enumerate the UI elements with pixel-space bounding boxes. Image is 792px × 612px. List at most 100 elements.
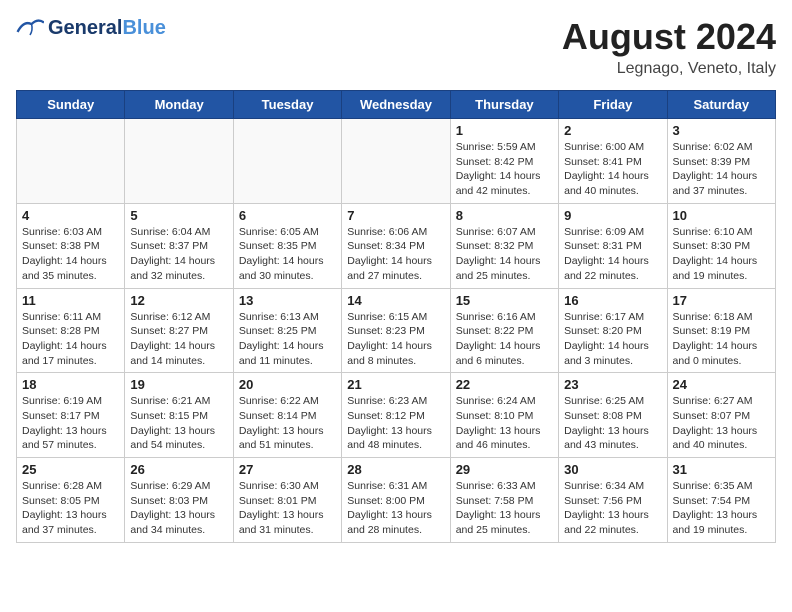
day-number: 2 bbox=[564, 123, 661, 138]
day-cell: 4 Sunrise: 6:03 AM Sunset: 8:38 PM Daylig… bbox=[17, 203, 125, 288]
week-row-2: 4 Sunrise: 6:03 AM Sunset: 8:38 PM Daylig… bbox=[17, 203, 776, 288]
day-cell: 6 Sunrise: 6:05 AM Sunset: 8:35 PM Daylig… bbox=[233, 203, 341, 288]
day-cell bbox=[17, 119, 125, 204]
week-row-5: 25 Sunrise: 6:28 AM Sunset: 8:05 PM Dayli… bbox=[17, 458, 776, 543]
day-cell: 18 Sunrise: 6:19 AM Sunset: 8:17 PM Dayli… bbox=[17, 373, 125, 458]
logo-icon bbox=[16, 16, 44, 40]
day-info: Sunrise: 6:05 AM Sunset: 8:35 PM Dayligh… bbox=[239, 225, 336, 284]
day-info: Sunrise: 6:29 AM Sunset: 8:03 PM Dayligh… bbox=[130, 479, 227, 538]
day-info: Sunrise: 6:33 AM Sunset: 7:58 PM Dayligh… bbox=[456, 479, 553, 538]
day-cell: 28 Sunrise: 6:31 AM Sunset: 8:00 PM Dayli… bbox=[342, 458, 450, 543]
day-info: Sunrise: 6:24 AM Sunset: 8:10 PM Dayligh… bbox=[456, 394, 553, 453]
day-cell: 9 Sunrise: 6:09 AM Sunset: 8:31 PM Daylig… bbox=[559, 203, 667, 288]
day-info: Sunrise: 6:18 AM Sunset: 8:19 PM Dayligh… bbox=[673, 310, 770, 369]
day-header-friday: Friday bbox=[559, 91, 667, 119]
day-info: Sunrise: 6:11 AM Sunset: 8:28 PM Dayligh… bbox=[22, 310, 119, 369]
day-header-thursday: Thursday bbox=[450, 91, 558, 119]
day-number: 20 bbox=[239, 377, 336, 392]
day-number: 10 bbox=[673, 208, 770, 223]
day-cell bbox=[342, 119, 450, 204]
day-info: Sunrise: 6:00 AM Sunset: 8:41 PM Dayligh… bbox=[564, 140, 661, 199]
day-cell: 5Sunrise: 6:04 AM Sunset: 8:37 PM Daylig… bbox=[125, 203, 233, 288]
day-info: Sunrise: 6:25 AM Sunset: 8:08 PM Dayligh… bbox=[564, 394, 661, 453]
day-number: 13 bbox=[239, 293, 336, 308]
day-number: 18 bbox=[22, 377, 119, 392]
day-number: 14 bbox=[347, 293, 444, 308]
day-cell: 22Sunrise: 6:24 AM Sunset: 8:10 PM Dayli… bbox=[450, 373, 558, 458]
day-cell: 15Sunrise: 6:16 AM Sunset: 8:22 PM Dayli… bbox=[450, 288, 558, 373]
day-number: 30 bbox=[564, 462, 661, 477]
calendar-subtitle: Legnago, Veneto, Italy bbox=[562, 60, 776, 78]
week-row-4: 18 Sunrise: 6:19 AM Sunset: 8:17 PM Dayli… bbox=[17, 373, 776, 458]
day-number: 6 bbox=[239, 208, 336, 223]
day-info: Sunrise: 6:17 AM Sunset: 8:20 PM Dayligh… bbox=[564, 310, 661, 369]
day-cell: 24 Sunrise: 6:27 AM Sunset: 8:07 PM Dayli… bbox=[667, 373, 775, 458]
day-info: Sunrise: 6:22 AM Sunset: 8:14 PM Dayligh… bbox=[239, 394, 336, 453]
day-cell bbox=[233, 119, 341, 204]
day-info: Sunrise: 6:28 AM Sunset: 8:05 PM Dayligh… bbox=[22, 479, 119, 538]
day-cell: 23 Sunrise: 6:25 AM Sunset: 8:08 PM Dayli… bbox=[559, 373, 667, 458]
day-number: 21 bbox=[347, 377, 444, 392]
day-info: Sunrise: 6:27 AM Sunset: 8:07 PM Dayligh… bbox=[673, 394, 770, 453]
day-cell: 21 Sunrise: 6:23 AM Sunset: 8:12 PM Dayli… bbox=[342, 373, 450, 458]
day-number: 12 bbox=[130, 293, 227, 308]
logo-text: GeneralBlue bbox=[48, 17, 166, 39]
day-number: 25 bbox=[22, 462, 119, 477]
day-number: 31 bbox=[673, 462, 770, 477]
day-info: Sunrise: 6:10 AM Sunset: 8:30 PM Dayligh… bbox=[673, 225, 770, 284]
day-header-sunday: Sunday bbox=[17, 91, 125, 119]
week-row-3: 11 Sunrise: 6:11 AM Sunset: 8:28 PM Dayli… bbox=[17, 288, 776, 373]
day-cell: 27 Sunrise: 6:30 AM Sunset: 8:01 PM Dayli… bbox=[233, 458, 341, 543]
day-number: 3 bbox=[673, 123, 770, 138]
day-info: Sunrise: 6:30 AM Sunset: 8:01 PM Dayligh… bbox=[239, 479, 336, 538]
day-number: 28 bbox=[347, 462, 444, 477]
day-header-wednesday: Wednesday bbox=[342, 91, 450, 119]
day-cell: 14 Sunrise: 6:15 AM Sunset: 8:23 PM Dayli… bbox=[342, 288, 450, 373]
day-cell: 31Sunrise: 6:35 AM Sunset: 7:54 PM Dayli… bbox=[667, 458, 775, 543]
day-header-tuesday: Tuesday bbox=[233, 91, 341, 119]
header: GeneralBlue August 2024 Legnago, Veneto,… bbox=[16, 16, 776, 78]
day-number: 11 bbox=[22, 293, 119, 308]
logo: GeneralBlue bbox=[16, 16, 166, 40]
day-cell: 30Sunrise: 6:34 AM Sunset: 7:56 PM Dayli… bbox=[559, 458, 667, 543]
day-number: 26 bbox=[130, 462, 227, 477]
week-row-1: 1Sunrise: 5:59 AM Sunset: 8:42 PM Daylig… bbox=[17, 119, 776, 204]
day-info: Sunrise: 6:19 AM Sunset: 8:17 PM Dayligh… bbox=[22, 394, 119, 453]
day-cell: 19 Sunrise: 6:21 AM Sunset: 8:15 PM Dayli… bbox=[125, 373, 233, 458]
day-cell: 16 Sunrise: 6:17 AM Sunset: 8:20 PM Dayli… bbox=[559, 288, 667, 373]
day-number: 19 bbox=[130, 377, 227, 392]
day-number: 24 bbox=[673, 377, 770, 392]
day-info: Sunrise: 6:07 AM Sunset: 8:32 PM Dayligh… bbox=[456, 225, 553, 284]
day-number: 15 bbox=[456, 293, 553, 308]
day-number: 4 bbox=[22, 208, 119, 223]
day-number: 17 bbox=[673, 293, 770, 308]
day-info: Sunrise: 6:31 AM Sunset: 8:00 PM Dayligh… bbox=[347, 479, 444, 538]
day-info: Sunrise: 6:15 AM Sunset: 8:23 PM Dayligh… bbox=[347, 310, 444, 369]
days-header-row: SundayMondayTuesdayWednesdayThursdayFrid… bbox=[17, 91, 776, 119]
day-cell: 10 Sunrise: 6:10 AM Sunset: 8:30 PM Dayli… bbox=[667, 203, 775, 288]
day-number: 5 bbox=[130, 208, 227, 223]
day-header-saturday: Saturday bbox=[667, 91, 775, 119]
day-number: 9 bbox=[564, 208, 661, 223]
day-cell: 20 Sunrise: 6:22 AM Sunset: 8:14 PM Dayli… bbox=[233, 373, 341, 458]
day-info: Sunrise: 6:02 AM Sunset: 8:39 PM Dayligh… bbox=[673, 140, 770, 199]
day-cell: 25 Sunrise: 6:28 AM Sunset: 8:05 PM Dayli… bbox=[17, 458, 125, 543]
day-number: 27 bbox=[239, 462, 336, 477]
day-header-monday: Monday bbox=[125, 91, 233, 119]
day-info: Sunrise: 6:21 AM Sunset: 8:15 PM Dayligh… bbox=[130, 394, 227, 453]
title-area: August 2024 Legnago, Veneto, Italy bbox=[562, 16, 776, 78]
day-number: 29 bbox=[456, 462, 553, 477]
calendar-table: SundayMondayTuesdayWednesdayThursdayFrid… bbox=[16, 90, 776, 543]
day-info: Sunrise: 6:03 AM Sunset: 8:38 PM Dayligh… bbox=[22, 225, 119, 284]
day-cell: 3 Sunrise: 6:02 AM Sunset: 8:39 PM Daylig… bbox=[667, 119, 775, 204]
day-number: 8 bbox=[456, 208, 553, 223]
day-info: Sunrise: 6:23 AM Sunset: 8:12 PM Dayligh… bbox=[347, 394, 444, 453]
day-cell: 26 Sunrise: 6:29 AM Sunset: 8:03 PM Dayli… bbox=[125, 458, 233, 543]
day-number: 16 bbox=[564, 293, 661, 308]
day-info: Sunrise: 6:06 AM Sunset: 8:34 PM Dayligh… bbox=[347, 225, 444, 284]
day-cell: 12Sunrise: 6:12 AM Sunset: 8:27 PM Dayli… bbox=[125, 288, 233, 373]
day-info: Sunrise: 6:09 AM Sunset: 8:31 PM Dayligh… bbox=[564, 225, 661, 284]
day-number: 23 bbox=[564, 377, 661, 392]
day-cell: 11 Sunrise: 6:11 AM Sunset: 8:28 PM Dayli… bbox=[17, 288, 125, 373]
day-cell bbox=[125, 119, 233, 204]
